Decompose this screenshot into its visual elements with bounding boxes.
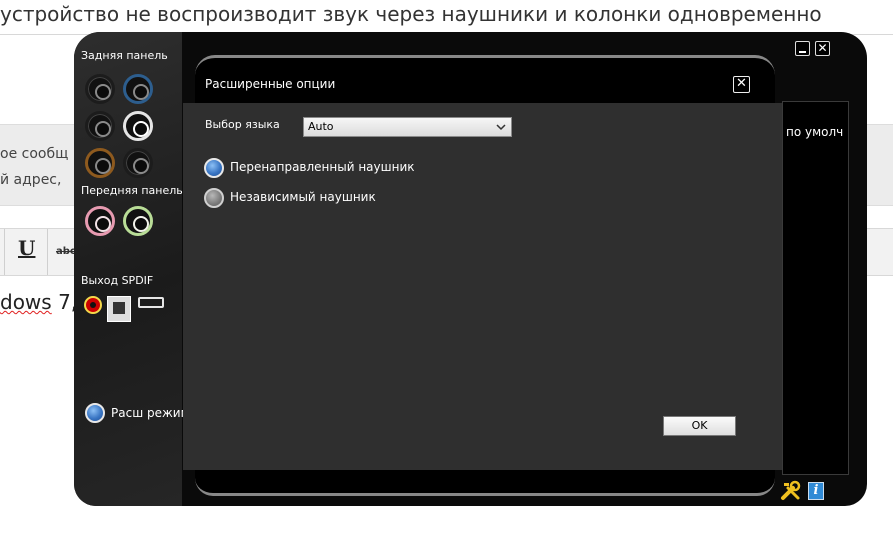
rear-jack-white[interactable] xyxy=(123,111,153,141)
misspelled-word: dows xyxy=(0,290,52,314)
redirected-headphone-label: Перенаправленный наушник xyxy=(230,160,415,174)
ok-button[interactable]: OK xyxy=(663,416,736,436)
underline-button[interactable]: U xyxy=(18,236,35,260)
dialog-bottom-bar xyxy=(195,470,775,496)
dialog-title: Расширенные опции xyxy=(205,77,336,91)
rear-jack-black-1[interactable] xyxy=(85,74,115,104)
tools-icon[interactable] xyxy=(780,480,802,502)
rear-jack-blue[interactable] xyxy=(123,74,153,104)
strikethrough-button[interactable]: abc xyxy=(56,246,76,257)
rear-jack-orange[interactable] xyxy=(85,148,115,178)
independent-headphone-radio[interactable] xyxy=(204,188,224,208)
jack-sidebar xyxy=(74,32,182,506)
front-panel-label: Передняя панель xyxy=(81,184,183,197)
editor-text[interactable]: dows 7, xyxy=(0,290,77,314)
minimize-icon[interactable] xyxy=(795,41,810,56)
rear-jack-black-2[interactable] xyxy=(85,111,115,141)
notice-text-line-2: й адрес, xyxy=(0,172,62,188)
language-label: Выбор языка xyxy=(205,118,280,131)
front-jack-green[interactable] xyxy=(123,206,153,236)
language-select-value: Auto xyxy=(308,120,334,133)
rear-panel-label: Задняя панель xyxy=(81,49,168,62)
front-jack-pink[interactable] xyxy=(85,206,115,236)
language-select[interactable]: Auto xyxy=(303,117,512,137)
close-icon[interactable]: ✕ xyxy=(815,41,830,56)
spdif-hdmi-icon[interactable] xyxy=(138,297,164,308)
spdif-coaxial-icon[interactable] xyxy=(84,296,102,314)
spdif-label: Выход SPDIF xyxy=(81,274,154,287)
chevron-down-icon xyxy=(496,124,506,131)
page-heading: устройство не воспроизводит звук через н… xyxy=(0,2,822,26)
independent-headphone-label: Независимый наушник xyxy=(230,190,376,204)
right-panel xyxy=(782,101,849,475)
notice-text-line-1: ое сообщ xyxy=(0,146,69,162)
advanced-mode-radio[interactable] xyxy=(85,403,105,423)
rear-jack-black-3[interactable] xyxy=(123,148,153,178)
dialog-body xyxy=(183,103,782,470)
toolbar-separator xyxy=(47,229,48,275)
advanced-mode-label: Расш режим xyxy=(111,406,190,420)
info-icon[interactable]: i xyxy=(808,482,824,500)
spdif-optical-icon[interactable] xyxy=(107,296,131,322)
toolbar-separator xyxy=(4,229,5,275)
dialog-close-icon[interactable]: ✕ xyxy=(733,76,750,93)
default-device-text: по умолч xyxy=(786,125,844,139)
redirected-headphone-radio[interactable] xyxy=(204,158,224,178)
